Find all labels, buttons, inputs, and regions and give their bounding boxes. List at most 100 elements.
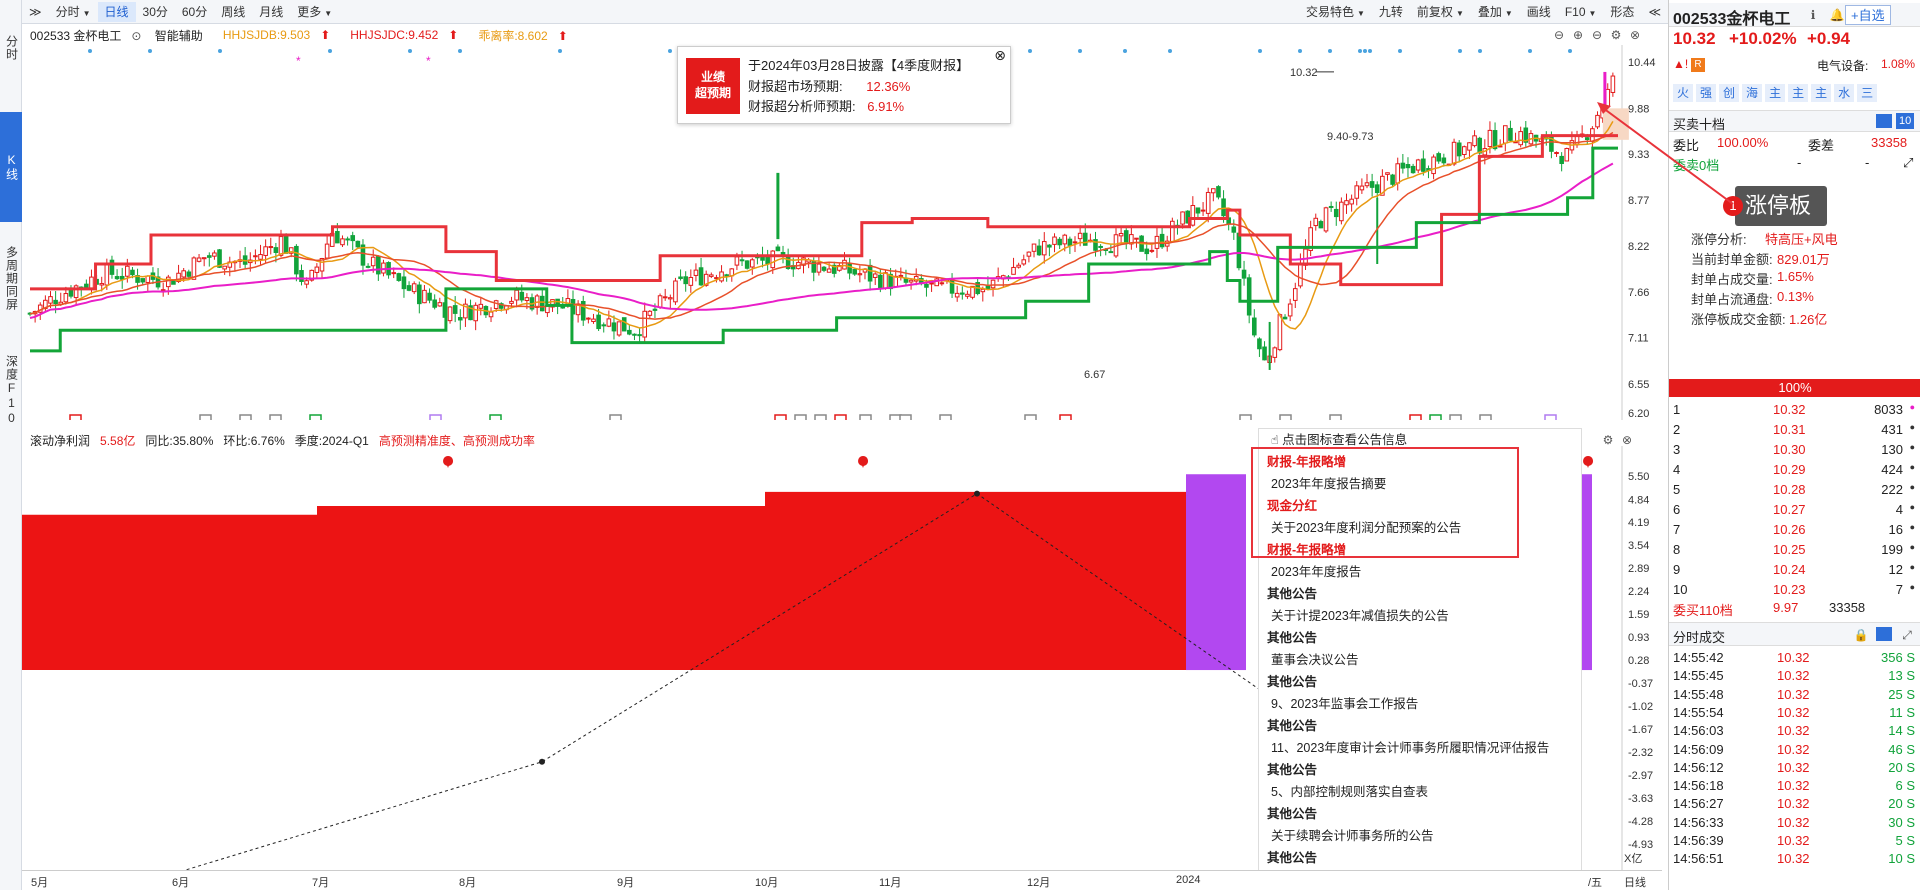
collapse-left-button[interactable]: ≫ bbox=[22, 2, 49, 22]
dot-icon: ● bbox=[1909, 442, 1915, 452]
zoom-out-icon[interactable]: ⊖ bbox=[1551, 27, 1567, 43]
r-badge-icon[interactable]: R bbox=[1691, 58, 1705, 72]
minus-icon[interactable]: ⊖ bbox=[1589, 27, 1605, 43]
announcement-category[interactable]: 财报-年报略增 bbox=[1259, 539, 1581, 561]
pattern-button[interactable]: 形态 bbox=[1603, 2, 1641, 22]
announcement-category[interactable]: 其他公告 bbox=[1259, 847, 1581, 869]
buy-level-row[interactable]: 3 10.30 130 ● bbox=[1669, 440, 1920, 460]
candle-body bbox=[222, 265, 227, 270]
warning-icon[interactable]: ▲! bbox=[1673, 57, 1688, 71]
candle-body bbox=[125, 265, 130, 277]
announcement-category[interactable]: 其他公告 bbox=[1259, 583, 1581, 605]
period-daily[interactable]: 日线 bbox=[97, 1, 136, 22]
close-icon[interactable]: ⊗ bbox=[994, 47, 1006, 64]
candle-body bbox=[1134, 237, 1139, 240]
announcement-title[interactable]: 董事会决议公告 bbox=[1259, 649, 1581, 671]
announcement-list[interactable]: ☝ 点击图标查看公告信息 财报-年报略增 2023年年度报告摘要 现金分红 关于202… bbox=[1258, 428, 1582, 890]
candle-body bbox=[1031, 243, 1037, 252]
trade-volume: 46 S bbox=[1888, 741, 1915, 757]
tag-sea[interactable]: 海 bbox=[1742, 84, 1763, 102]
f10-menu[interactable]: F10 ▼ bbox=[1558, 2, 1604, 22]
candle-body bbox=[1390, 174, 1395, 185]
buy-level-row[interactable]: 9 10.24 12 ● bbox=[1669, 560, 1920, 580]
event-dot bbox=[1363, 49, 1367, 53]
announcement-title[interactable]: 2023年年度报告摘要 bbox=[1259, 473, 1581, 495]
draw-line-button[interactable]: 画线 bbox=[1520, 2, 1558, 22]
tab-kline[interactable]: K线 bbox=[0, 112, 22, 222]
candle-body bbox=[1272, 347, 1278, 358]
announcement-title[interactable]: 关于2023年度利润分配预案的公告 bbox=[1259, 517, 1581, 539]
tag-main-1[interactable]: 主 bbox=[1765, 84, 1786, 102]
lock-icon[interactable]: 🔒 bbox=[1853, 627, 1869, 643]
trade-time: 14:55:54 bbox=[1673, 704, 1724, 720]
collapse-right-button[interactable]: ≪ bbox=[1641, 2, 1668, 22]
tag-main-3[interactable]: 主 bbox=[1811, 84, 1832, 102]
candle-body bbox=[294, 245, 299, 275]
overlay-menu[interactable]: 叠加 ▼ bbox=[1471, 2, 1520, 22]
close-icon[interactable]: ⊗ bbox=[1627, 27, 1643, 43]
tab-depth-f10[interactable]: 深度F10 bbox=[0, 340, 22, 440]
expand-icon[interactable]: ⤢ bbox=[1903, 155, 1913, 171]
announcement-title[interactable]: 关于计提2023年减值损失的公告 bbox=[1259, 605, 1581, 627]
announcement-category[interactable]: 财报-年报略增 bbox=[1259, 451, 1581, 473]
period-weekly[interactable]: 周线 bbox=[214, 2, 252, 22]
dot-icon: ● bbox=[1909, 422, 1915, 432]
buy-level-row[interactable]: 7 10.26 16 ● bbox=[1669, 520, 1920, 540]
buy-level-row[interactable]: 4 10.29 424 ● bbox=[1669, 460, 1920, 480]
limit-up-badge[interactable]: 1 涨停板 bbox=[1723, 186, 1827, 226]
buy-level-row[interactable]: 5 10.28 222 ● bbox=[1669, 480, 1920, 500]
period-monthly[interactable]: 月线 bbox=[252, 2, 290, 22]
trade-feature-menu[interactable]: 交易特色 ▼ bbox=[1299, 2, 1372, 22]
buy-level-row[interactable]: 8 10.25 199 ● bbox=[1669, 540, 1920, 560]
chart-icon[interactable] bbox=[1876, 114, 1892, 128]
level-price: 10.31 bbox=[1773, 422, 1806, 437]
announcement-category[interactable]: 现金分红 bbox=[1259, 495, 1581, 517]
list-icon[interactable] bbox=[1876, 627, 1892, 641]
candle-body bbox=[586, 317, 591, 320]
level-volume: 424 bbox=[1881, 462, 1903, 477]
announcement-category[interactable]: 其他公告 bbox=[1259, 803, 1581, 825]
announcement-category[interactable]: 其他公告 bbox=[1259, 715, 1581, 737]
announcement-title[interactable]: 11、2023年度审计会计师事务所履职情况评估报告 bbox=[1259, 737, 1581, 759]
buy-level-row[interactable]: 2 10.31 431 ● bbox=[1669, 420, 1920, 440]
announcement-title[interactable]: 关于续聘会计师事务所的公告 bbox=[1259, 825, 1581, 847]
buy-level-row[interactable]: 1 10.32 8033 ● bbox=[1669, 400, 1920, 420]
tag-three[interactable]: 三 bbox=[1857, 84, 1878, 102]
daily-label[interactable]: 日线 bbox=[1624, 874, 1646, 890]
tab-timeshare[interactable]: 分时 bbox=[0, 20, 22, 75]
zoom-in-icon[interactable]: ⊕ bbox=[1570, 27, 1586, 43]
candle-body bbox=[1077, 232, 1083, 240]
smart-assist-toggle[interactable]: ⊙ 智能辅助 bbox=[131, 27, 212, 44]
high-mark: 10.32 bbox=[1290, 67, 1318, 79]
tab-multi-period[interactable]: 多周期同屏 bbox=[0, 228, 22, 328]
period-30min[interactable]: 30分 bbox=[136, 2, 175, 22]
candle-body bbox=[119, 275, 125, 280]
nine-turn-button[interactable]: 九转 bbox=[1372, 2, 1410, 22]
add-watch-button[interactable]: +自选 bbox=[1845, 5, 1891, 25]
period-more[interactable]: 更多 ▼ bbox=[290, 2, 339, 22]
depth-toggle[interactable]: 10 bbox=[1896, 113, 1915, 129]
tag-water[interactable]: 水 bbox=[1834, 84, 1855, 102]
adjust-menu[interactable]: 前复权 ▼ bbox=[1410, 2, 1471, 22]
candle-body bbox=[1395, 163, 1401, 184]
announcement-category[interactable]: 其他公告 bbox=[1259, 759, 1581, 781]
buy-level-row[interactable]: 6 10.27 4 ● bbox=[1669, 500, 1920, 520]
announcement-title[interactable]: 9、2023年监事会工作报告 bbox=[1259, 693, 1581, 715]
price-tick: 8.22 bbox=[1628, 241, 1649, 253]
info-icon[interactable]: ℹ bbox=[1805, 7, 1821, 23]
period-timeshare[interactable]: 分时 ▼ bbox=[49, 2, 98, 22]
announcement-title[interactable]: 2023年年度报告 bbox=[1259, 561, 1581, 583]
trade-price: 10.32 bbox=[1777, 759, 1810, 775]
bell-icon[interactable]: 🔔 bbox=[1829, 7, 1845, 23]
quote-header: 002533金杯电工 ℹ 🔔 +自选 bbox=[1669, 3, 1920, 28]
expand-icon[interactable]: ⤢ bbox=[1899, 627, 1915, 643]
candle-body bbox=[417, 284, 422, 305]
announcement-title[interactable]: 5、内部控制规则落实自查表 bbox=[1259, 781, 1581, 803]
announcement-category[interactable]: 其他公告 bbox=[1259, 627, 1581, 649]
announcement-category[interactable]: 其他公告 bbox=[1259, 671, 1581, 693]
gear-icon[interactable]: ⚙ bbox=[1608, 27, 1624, 43]
earnings-popup[interactable]: 业绩 超预期 于2024年03月28日披露【4季度财报】 财报超市场预期: 12.… bbox=[677, 46, 1011, 124]
buy-level-row[interactable]: 10 10.23 7 ● bbox=[1669, 580, 1920, 600]
period-60min[interactable]: 60分 bbox=[175, 2, 214, 22]
tag-main-2[interactable]: 主 bbox=[1788, 84, 1809, 102]
